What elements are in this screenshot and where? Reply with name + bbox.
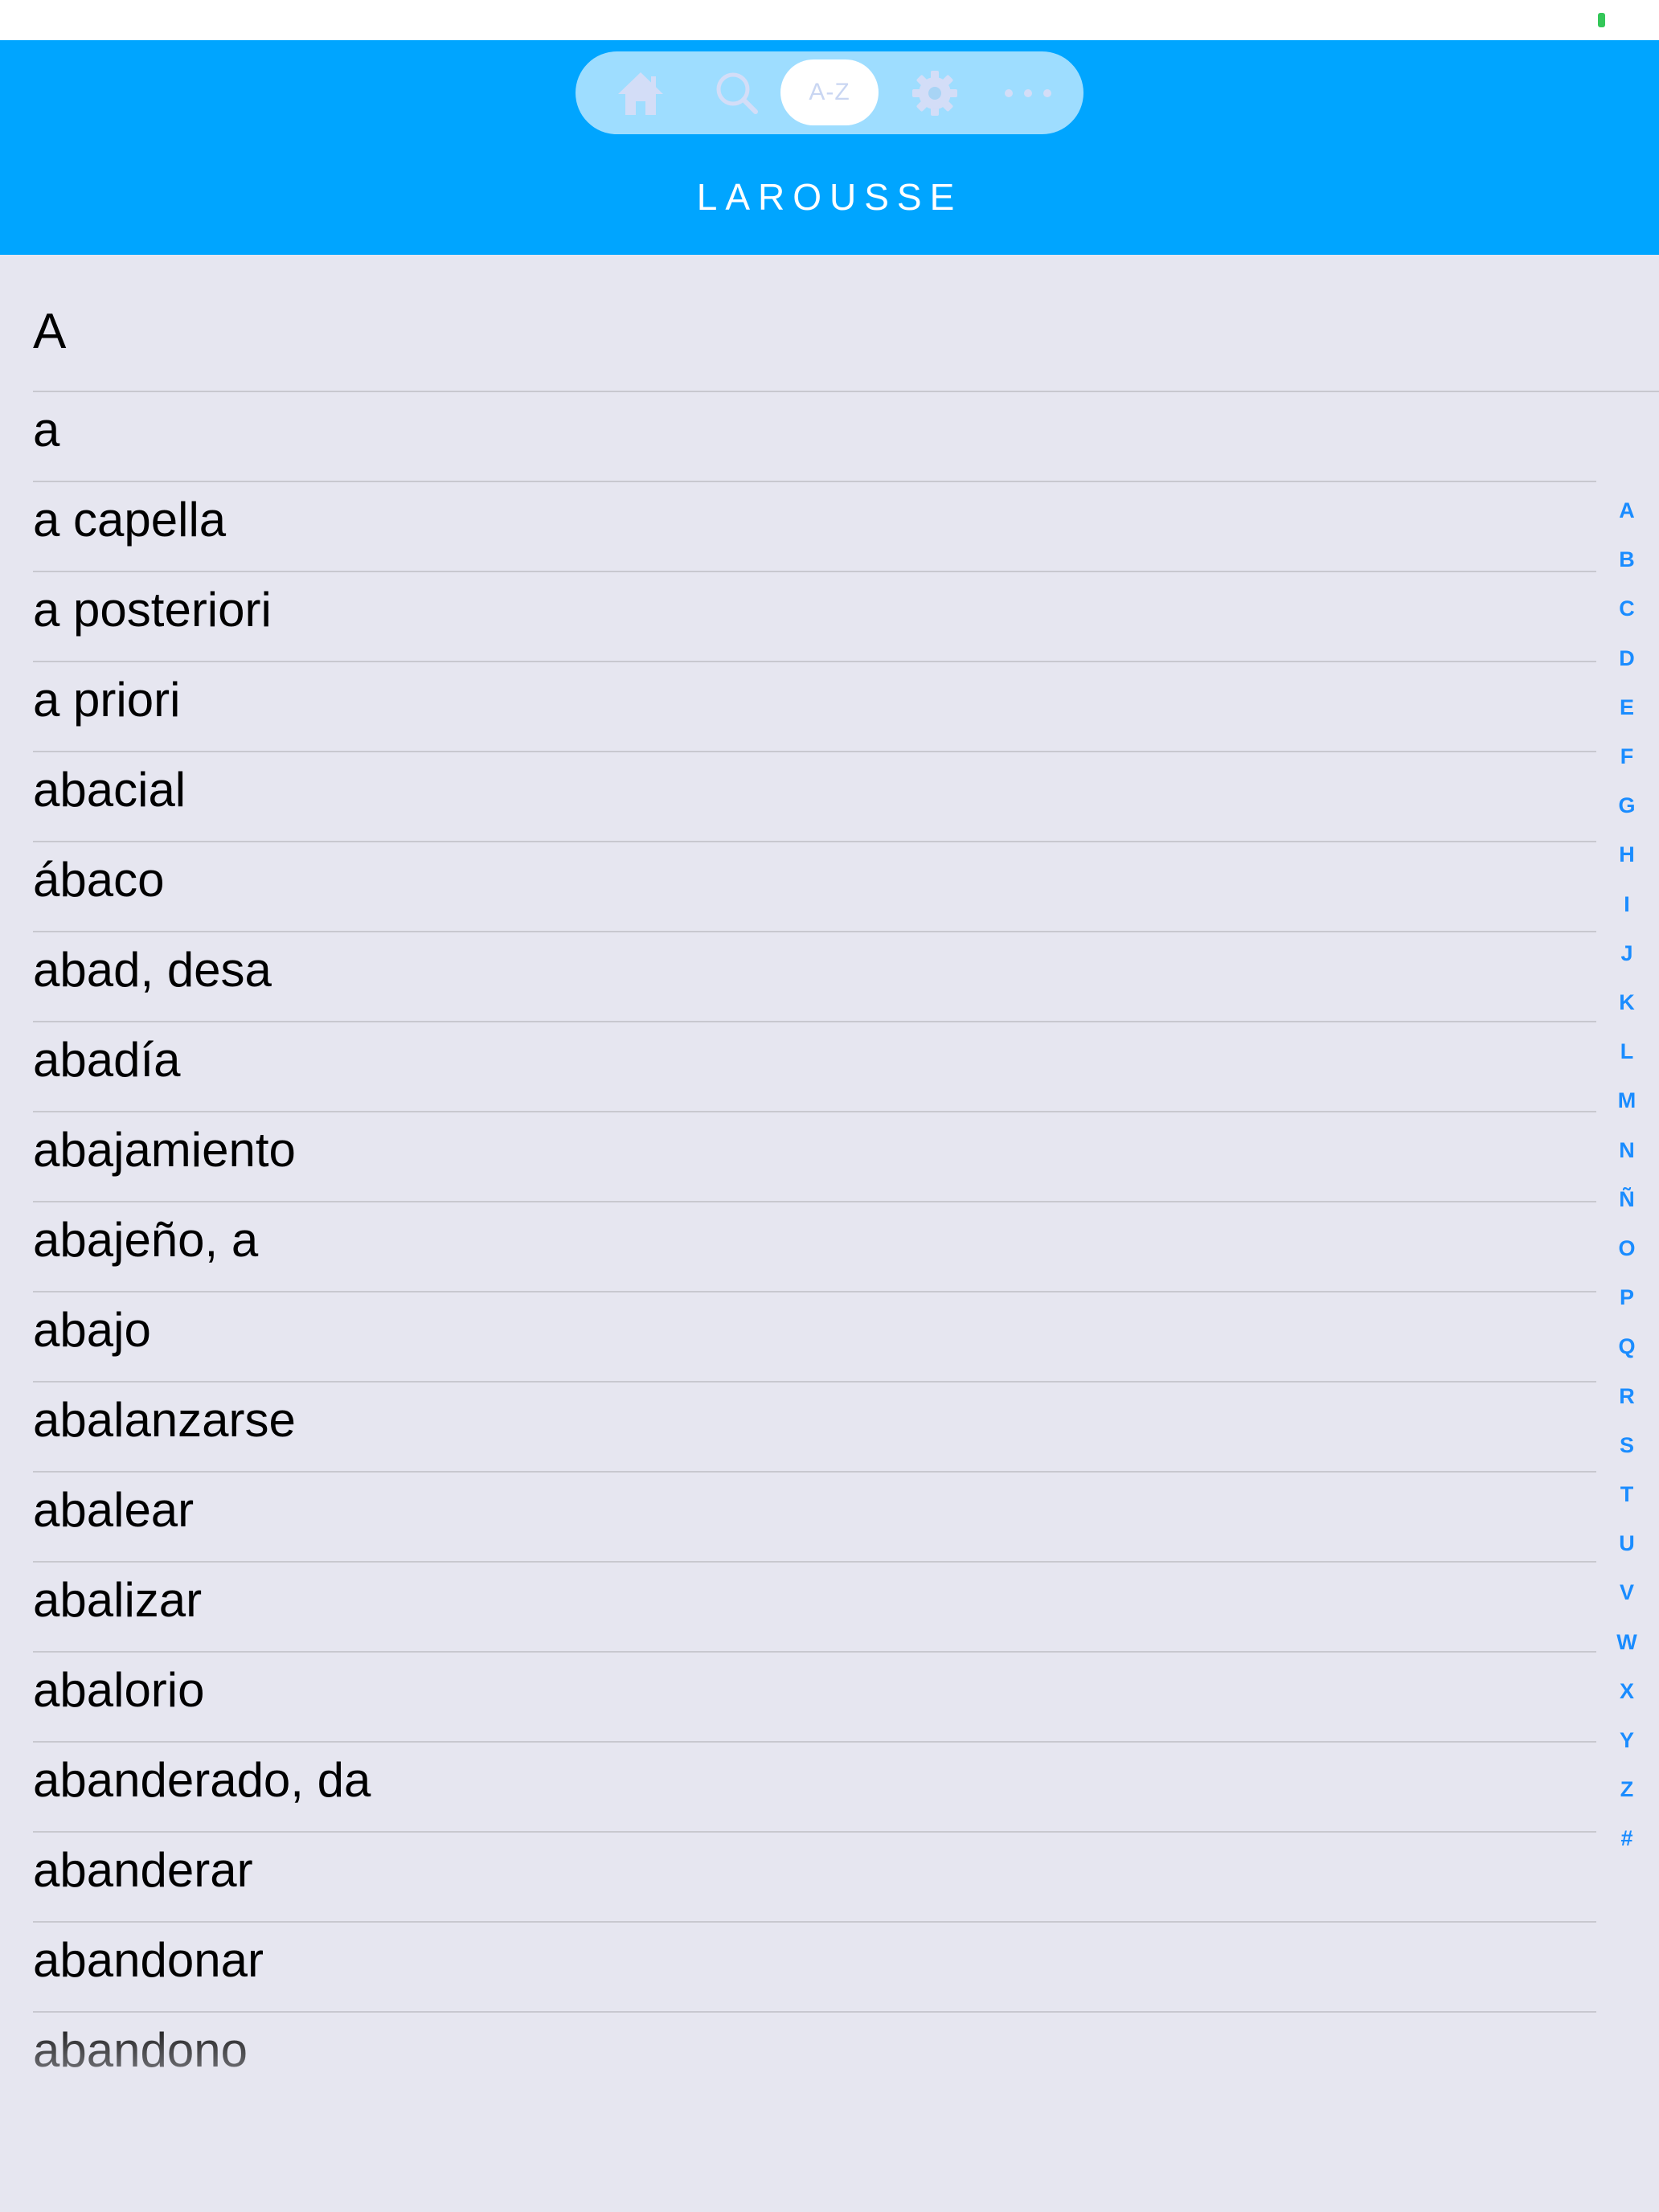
list-item-label: a posteriori bbox=[33, 583, 272, 637]
list-item-label: abanderado, da bbox=[33, 1753, 371, 1807]
index-letter[interactable]: Q bbox=[1611, 1334, 1643, 1359]
index-letter[interactable]: F bbox=[1611, 744, 1643, 769]
index-letter[interactable]: L bbox=[1611, 1039, 1643, 1064]
list-item-label: abajeño, a bbox=[33, 1213, 259, 1267]
index-letter[interactable]: I bbox=[1611, 892, 1643, 917]
index-letter[interactable]: Ñ bbox=[1611, 1187, 1643, 1212]
index-letter[interactable]: A bbox=[1611, 498, 1643, 523]
index-letter[interactable]: Y bbox=[1611, 1728, 1643, 1753]
gear-icon bbox=[912, 70, 957, 116]
list-item[interactable]: a capella bbox=[0, 482, 1659, 572]
index-letter[interactable]: G bbox=[1611, 793, 1643, 818]
list-item-label: abacial bbox=[33, 763, 186, 817]
list-item[interactable]: abad, desa bbox=[0, 932, 1659, 1022]
tab-az-label: A-Z bbox=[809, 79, 850, 105]
list-item[interactable]: a posteriori bbox=[0, 572, 1659, 662]
list-item[interactable]: ábaco bbox=[0, 842, 1659, 932]
index-letter[interactable]: W bbox=[1611, 1630, 1643, 1655]
list-item-label: abad, desa bbox=[33, 943, 272, 997]
battery-indicator-icon bbox=[1598, 13, 1605, 27]
list-item[interactable]: abanderado, da bbox=[0, 1743, 1659, 1833]
list-item[interactable]: a priori bbox=[0, 662, 1659, 752]
list-item[interactable]: abajamiento bbox=[0, 1112, 1659, 1202]
tab-home[interactable] bbox=[598, 51, 683, 134]
status-bar bbox=[0, 0, 1659, 40]
index-letter[interactable]: K bbox=[1611, 990, 1643, 1015]
list-item[interactable]: abajo bbox=[0, 1292, 1659, 1382]
search-icon bbox=[716, 72, 758, 114]
section-header: A bbox=[33, 304, 67, 359]
list-item[interactable]: abalanzarse bbox=[0, 1382, 1659, 1473]
index-letter[interactable]: H bbox=[1611, 842, 1643, 867]
list-item[interactable]: abandonar bbox=[0, 1923, 1659, 2013]
list-item-label: abandono bbox=[33, 2023, 248, 2077]
index-letter[interactable]: # bbox=[1611, 1826, 1643, 1851]
index-letter[interactable]: M bbox=[1611, 1088, 1643, 1113]
list-item-label: ábaco bbox=[33, 853, 165, 907]
list-item[interactable]: abalear bbox=[0, 1473, 1659, 1563]
index-letter[interactable]: D bbox=[1611, 646, 1643, 671]
list-item-label: abajamiento bbox=[33, 1123, 296, 1177]
index-letter[interactable]: U bbox=[1611, 1531, 1643, 1556]
index-letter[interactable]: X bbox=[1611, 1679, 1643, 1704]
list-item-label: abandonar bbox=[33, 1933, 264, 1987]
index-letter[interactable]: S bbox=[1611, 1433, 1643, 1458]
tab-settings[interactable] bbox=[892, 51, 977, 134]
index-letter[interactable]: B bbox=[1611, 547, 1643, 572]
tab-more[interactable] bbox=[985, 51, 1071, 134]
tab-az[interactable]: A-Z bbox=[780, 59, 879, 125]
more-icon bbox=[1005, 88, 1051, 97]
list-item[interactable]: a bbox=[0, 392, 1659, 482]
list-item-label: a capella bbox=[33, 493, 227, 547]
list-item[interactable]: abadía bbox=[0, 1022, 1659, 1112]
list-item-label: abajo bbox=[33, 1303, 151, 1357]
index-letter[interactable]: J bbox=[1611, 941, 1643, 966]
index-letter[interactable]: P bbox=[1611, 1285, 1643, 1310]
list-item[interactable]: abanderar bbox=[0, 1833, 1659, 1923]
list-item-label: abalorio bbox=[33, 1663, 205, 1717]
list-item-label: abalizar bbox=[33, 1573, 203, 1627]
index-letter[interactable]: E bbox=[1611, 695, 1643, 720]
tab-bar: A-Z bbox=[576, 51, 1083, 134]
list-item-label: a priori bbox=[33, 673, 181, 727]
list-item-label: a bbox=[33, 403, 60, 457]
index-letter[interactable]: V bbox=[1611, 1580, 1643, 1605]
list-item-label: abanderar bbox=[33, 1843, 253, 1897]
list-item[interactable]: abacial bbox=[0, 752, 1659, 842]
index-letter[interactable]: O bbox=[1611, 1236, 1643, 1261]
index-letter[interactable]: C bbox=[1611, 596, 1643, 621]
list-item[interactable]: abalorio bbox=[0, 1653, 1659, 1743]
list-item-label: abalanzarse bbox=[33, 1393, 296, 1447]
list-item-label: abalear bbox=[33, 1483, 195, 1537]
brand-title: LAROUSSE bbox=[696, 176, 963, 218]
list-item[interactable]: abalizar bbox=[0, 1563, 1659, 1653]
index-letter[interactable]: N bbox=[1611, 1138, 1643, 1163]
list-item[interactable]: abajeño, a bbox=[0, 1202, 1659, 1292]
index-letter[interactable]: T bbox=[1611, 1482, 1643, 1507]
home-icon bbox=[618, 72, 663, 115]
list-item-label: abadía bbox=[33, 1033, 181, 1087]
app-header: A-Z LAROUSSE bbox=[0, 40, 1659, 255]
index-letter[interactable]: Z bbox=[1611, 1777, 1643, 1802]
tab-search[interactable] bbox=[694, 51, 780, 134]
list-item[interactable]: abandono bbox=[0, 2013, 1659, 2103]
index-letter[interactable]: R bbox=[1611, 1384, 1643, 1409]
